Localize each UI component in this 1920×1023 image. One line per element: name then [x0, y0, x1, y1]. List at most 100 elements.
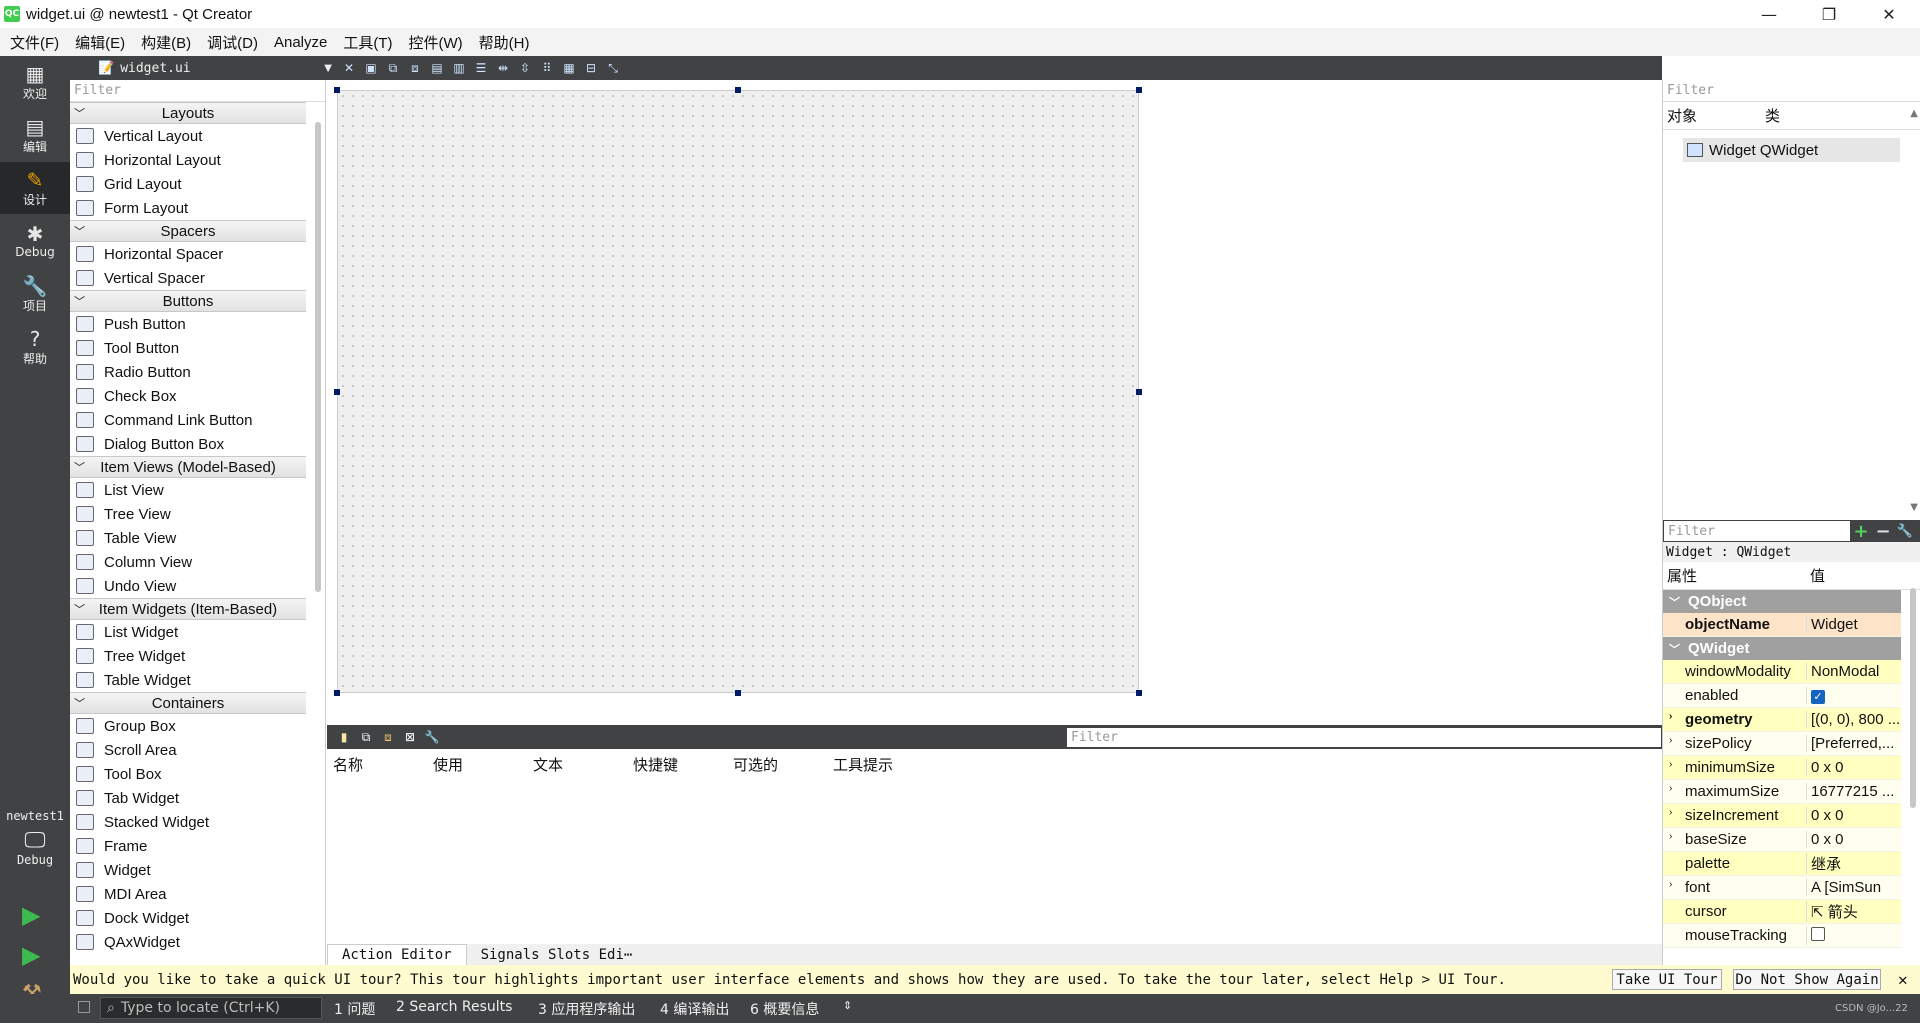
expand-arrow-icon[interactable]: › [1669, 783, 1672, 794]
property-value[interactable]: ⇱ 箭头 [1806, 901, 1901, 922]
expand-arrow-icon[interactable]: › [1669, 711, 1672, 722]
col-shortcut[interactable]: 快捷键 [627, 754, 727, 775]
col-text[interactable]: 文本 [527, 754, 627, 775]
adjust-size-icon[interactable]: ⤡ [602, 59, 624, 77]
widget-item[interactable]: Scroll Area [70, 738, 325, 762]
widget-item[interactable]: Dock Widget [70, 906, 325, 930]
close-button[interactable]: ✕ [1860, 0, 1918, 28]
action-table-body[interactable] [327, 779, 1662, 944]
resize-handle-bottom-right[interactable] [1136, 690, 1142, 696]
property-value[interactable]: 0 x 0 [1806, 759, 1901, 776]
widget-box-scrollbar[interactable] [315, 122, 321, 592]
menu-file[interactable]: 文件(F) [2, 32, 67, 53]
property-row[interactable]: enabled ✓ [1663, 684, 1901, 708]
menu-help[interactable]: 帮助(H) [471, 32, 538, 53]
menu-build[interactable]: 构建(B) [133, 32, 199, 53]
widget-item[interactable]: Tree View [70, 502, 325, 526]
widget-item[interactable]: Stacked Widget [70, 810, 325, 834]
edit-widgets-icon[interactable]: ▣ [360, 59, 382, 77]
open-document-combo[interactable]: 📝 widget.ui ▼ [70, 56, 338, 80]
property-value[interactable]: [(0, 0), 800 ... [1806, 711, 1901, 728]
resize-handle-left[interactable] [334, 389, 340, 395]
form-widget[interactable] [337, 90, 1139, 693]
property-group-header[interactable]: ﹀ QObject [1663, 590, 1901, 613]
property-group-header[interactable]: ﹀ QWidget [1663, 637, 1901, 660]
widget-item[interactable]: Widget [70, 858, 325, 882]
category-header[interactable]: ﹀ Item Views (Model-Based) [70, 456, 306, 478]
property-row[interactable]: › minimumSize 0 x 0 [1663, 756, 1901, 780]
object-row-widget[interactable]: Widget QWidget [1683, 138, 1900, 162]
object-filter-input[interactable]: Filter [1663, 80, 1920, 102]
category-header[interactable]: ﹀ Layouts [70, 102, 306, 124]
menu-debug[interactable]: 调试(D) [199, 32, 266, 53]
widget-item[interactable]: Grid Layout [70, 172, 325, 196]
scroll-up-icon[interactable]: ▲ [1910, 108, 1918, 119]
close-document-icon[interactable]: ✕ [338, 59, 360, 77]
mode-help[interactable]: ? 帮助 [0, 321, 70, 373]
col-value[interactable]: 值 [1806, 565, 1825, 586]
widget-item[interactable]: Radio Button [70, 360, 325, 384]
checkbox-checked-icon[interactable]: ✓ [1811, 690, 1825, 704]
output-pane-issues[interactable]: 1 问题 [334, 999, 375, 1019]
property-value[interactable]: [Preferred,... [1806, 735, 1901, 752]
locator-input[interactable]: ⌕ Type to locate (Ctrl+K) [100, 997, 322, 1019]
widget-item[interactable]: Push Button [70, 312, 325, 336]
property-value[interactable]: 0 x 0 [1806, 831, 1901, 848]
col-object[interactable]: 对象 [1663, 105, 1761, 126]
new-action-icon[interactable]: ▮ [333, 728, 355, 746]
add-property-icon[interactable]: + [1850, 521, 1872, 542]
resize-handle-top-left[interactable] [334, 87, 340, 93]
property-row[interactable]: cursor ⇱ 箭头 [1663, 900, 1901, 924]
property-value[interactable]: 16777215 ... [1806, 783, 1901, 800]
property-row[interactable]: › baseSize 0 x 0 [1663, 828, 1901, 852]
close-infobar-icon[interactable]: ✕ [1898, 970, 1908, 989]
col-checkable[interactable]: 可选的 [727, 754, 827, 775]
remove-property-icon[interactable]: − [1872, 521, 1894, 542]
widget-item[interactable]: Vertical Layout [70, 124, 325, 148]
col-used[interactable]: 使用 [427, 754, 527, 775]
property-row[interactable]: › sizePolicy [Preferred,... [1663, 732, 1901, 756]
menu-analyze[interactable]: Analyze [266, 34, 335, 51]
col-tooltip[interactable]: 工具提示 [827, 754, 927, 775]
do-not-show-again-button[interactable]: Do Not Show Again [1733, 969, 1881, 990]
layout-h-splitter-icon[interactable]: ⇹ [492, 59, 514, 77]
layout-form-icon[interactable]: ⠿ [536, 59, 558, 77]
property-value[interactable]: A [SimSun [1806, 879, 1901, 896]
expand-arrow-icon[interactable]: › [1669, 759, 1672, 770]
resize-handle-right[interactable] [1136, 389, 1142, 395]
widget-item[interactable]: QAxWidget [70, 930, 325, 954]
tab-signals-slots[interactable]: Signals Slots Edi⋯ [467, 944, 647, 965]
debug-run-button[interactable]: ▶ [22, 941, 40, 969]
widget-item[interactable]: Tool Box [70, 762, 325, 786]
tab-action-editor[interactable]: Action Editor [327, 944, 467, 965]
widget-item[interactable]: Table Widget [70, 668, 325, 692]
widget-item[interactable]: MDI Area [70, 882, 325, 906]
property-scrollbar[interactable] [1910, 588, 1916, 808]
property-value[interactable]: 继承 [1806, 853, 1901, 874]
widget-item[interactable]: Undo View [70, 574, 325, 598]
minimize-button[interactable]: — [1740, 0, 1798, 28]
kit-selector[interactable]: 🖵 Debug [0, 828, 70, 888]
col-name[interactable]: 名称 [327, 754, 427, 775]
paste-action-icon[interactable]: ⧈ [377, 728, 399, 746]
category-header[interactable]: ﹀ Containers [70, 692, 306, 714]
edit-tab-order-icon[interactable]: ▤ [426, 59, 448, 77]
widget-item[interactable]: Dialog Button Box [70, 432, 325, 456]
layout-vertical-icon[interactable]: ☰ [470, 59, 492, 77]
property-row[interactable]: mouseTracking [1663, 924, 1901, 948]
copy-action-icon[interactable]: ⧉ [355, 728, 377, 746]
mode-projects[interactable]: 🔧 项目 [0, 268, 70, 320]
property-row[interactable]: › geometry [(0, 0), 800 ... [1663, 708, 1901, 732]
pane-switch-arrows-icon[interactable]: ⇕ [843, 999, 852, 1012]
mode-welcome[interactable]: ▦ 欢迎 [0, 56, 70, 108]
layout-horizontal-icon[interactable]: ▥ [448, 59, 470, 77]
output-pane-general-messages[interactable]: 6 概要信息 [750, 999, 819, 1019]
widget-item[interactable]: Group Box [70, 714, 325, 738]
expand-arrow-icon[interactable]: › [1669, 831, 1672, 842]
property-row[interactable]: › maximumSize 16777215 ... [1663, 780, 1901, 804]
widget-item[interactable]: Column View [70, 550, 325, 574]
run-button[interactable]: ▶ [22, 901, 40, 929]
expand-arrow-icon[interactable]: › [1669, 879, 1672, 890]
category-header[interactable]: ﹀ Item Widgets (Item-Based) [70, 598, 306, 620]
property-value[interactable]: 0 x 0 [1806, 807, 1901, 824]
